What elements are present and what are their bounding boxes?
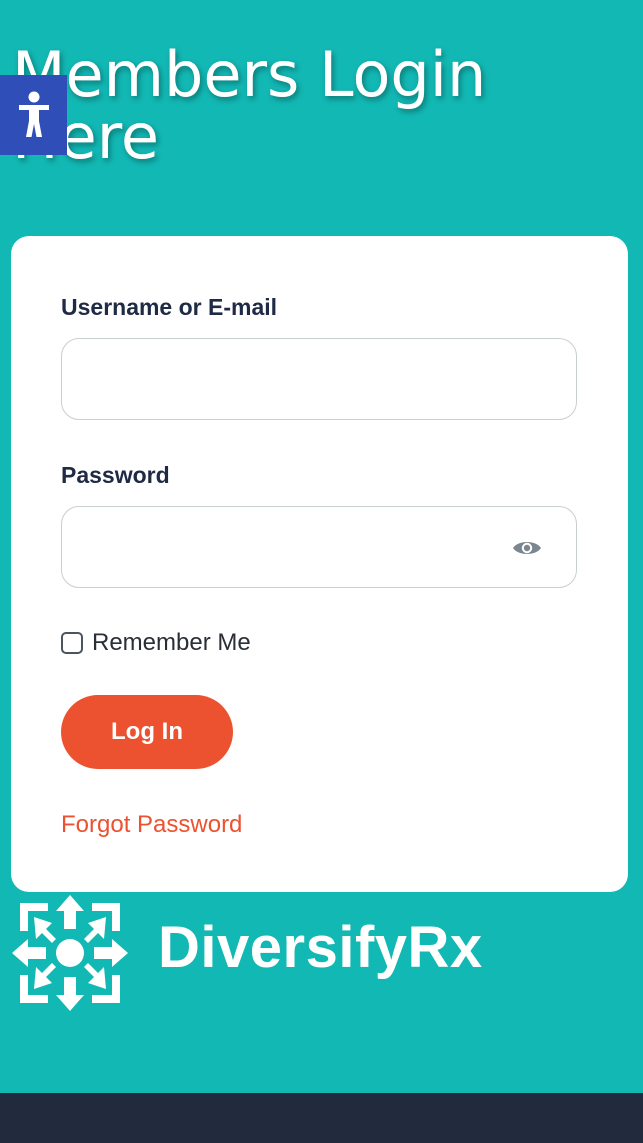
username-label: Username or E-mail bbox=[61, 294, 278, 320]
password-label: Password bbox=[61, 462, 170, 488]
forgot-password-link[interactable]: Forgot Password bbox=[61, 811, 242, 839]
accessibility-button[interactable] bbox=[0, 75, 67, 155]
footer-bar bbox=[0, 1093, 643, 1143]
page-title: Members Login Here bbox=[12, 38, 487, 173]
password-field-wrapper bbox=[61, 506, 577, 588]
username-field-wrapper bbox=[61, 338, 577, 420]
login-card: Username or E-mail Password Remember Me … bbox=[11, 236, 628, 892]
username-input[interactable] bbox=[62, 339, 576, 419]
remember-me-row: Remember Me bbox=[61, 629, 251, 657]
password-input[interactable] bbox=[62, 507, 576, 587]
diversifyrx-logo-icon bbox=[12, 895, 128, 1011]
remember-me-checkbox[interactable] bbox=[61, 632, 83, 654]
login-button[interactable]: Log In bbox=[61, 695, 233, 769]
accessibility-person-icon bbox=[18, 91, 49, 137]
eye-icon[interactable] bbox=[512, 538, 542, 558]
brand-name: DiversifyRx bbox=[158, 915, 483, 980]
remember-me-label[interactable]: Remember Me bbox=[92, 629, 251, 657]
